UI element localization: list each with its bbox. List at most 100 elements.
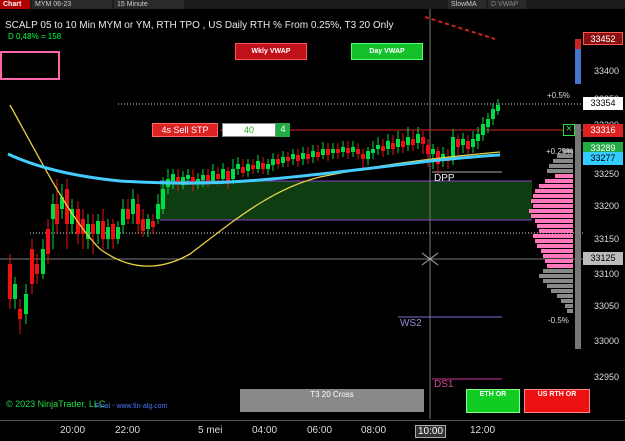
candle-body [421, 137, 425, 144]
profile-bar [533, 194, 573, 198]
day-vwap-button[interactable]: Day VWAP [351, 43, 423, 60]
candle-body [291, 154, 295, 159]
candle-body [306, 154, 310, 159]
candle-body [246, 164, 250, 171]
profile-bar-outside [549, 164, 573, 168]
range-bar-gray [575, 124, 581, 349]
profile-bar-outside [551, 289, 573, 293]
candle-body [276, 159, 280, 164]
candle-body [51, 204, 55, 219]
candle-body [321, 149, 325, 155]
value-area-band [160, 181, 532, 220]
y-tick-label: 33050 [593, 301, 619, 311]
candle-body [381, 146, 385, 151]
profile-bar-outside [547, 284, 573, 288]
order-count-badge[interactable]: 4 [276, 123, 290, 137]
candle-body [151, 221, 155, 227]
x-tick-label: 5 mei [198, 425, 223, 436]
x-tick-label: 06:00 [307, 425, 333, 436]
candle-body [366, 151, 370, 159]
price-box-last: 33354 [583, 97, 623, 110]
indicator-dvwap-tab[interactable]: D VWAP [488, 0, 526, 9]
candle-body [496, 105, 500, 111]
x-tick-label: 22:00 [115, 425, 141, 436]
candle-body [301, 153, 305, 159]
candle-body [91, 224, 95, 234]
candle-body [121, 209, 125, 225]
candle-body [271, 159, 275, 165]
candle-body [456, 139, 460, 147]
profile-bar [547, 264, 573, 268]
candle-body [361, 154, 365, 159]
candle-body [326, 149, 330, 155]
candle-body [106, 227, 110, 239]
dpp-label: DPP [434, 173, 455, 184]
candle-body [216, 174, 220, 179]
y-tick-label: 33100 [593, 269, 619, 279]
range-bar-blue [575, 49, 581, 84]
candle-body [46, 229, 50, 254]
profile-bar-outside [557, 294, 573, 298]
order-box[interactable] [0, 51, 60, 80]
pct-plus-05-label: +0.5% [547, 91, 570, 100]
candle-body [156, 204, 160, 219]
candle-body [24, 294, 28, 314]
candle-body [391, 143, 395, 149]
instrument-selector[interactable]: MYM 06-23 [32, 0, 112, 9]
candle-body [411, 139, 415, 145]
candle-body [126, 209, 130, 219]
candle-body [466, 141, 470, 149]
candle-body [96, 221, 100, 234]
profile-bar-outside [547, 169, 573, 173]
x-axis-line [0, 420, 625, 421]
x-tick-label: 08:00 [361, 425, 387, 436]
profile-bar [537, 244, 573, 248]
eth-or-button[interactable]: ETH OR [466, 389, 520, 413]
candle-body [341, 147, 345, 152]
profile-bar [545, 179, 573, 183]
sell-stop-order-label[interactable]: 4s Sell STP [152, 123, 218, 137]
candle-body [406, 137, 410, 145]
profile-bar-outside [565, 304, 573, 308]
candle-body [476, 134, 480, 141]
dashed-trend-line [424, 16, 496, 40]
candle-body [206, 175, 210, 181]
price-chart[interactable] [0, 9, 625, 441]
order-quantity-field[interactable]: 40 [222, 123, 276, 137]
profile-bar-outside [543, 279, 573, 283]
close-order-icon[interactable]: × [563, 124, 575, 136]
chart-menu-button[interactable]: Chart [0, 0, 30, 9]
candle-body [336, 149, 340, 153]
candle-body [221, 169, 225, 179]
ds1-label: DS1 [434, 379, 454, 390]
x-tick-label: 04:00 [252, 425, 278, 436]
watermark-text: Final - www.fin-alg.com [95, 403, 168, 410]
us-rth-or-button[interactable]: US RTH OR [524, 389, 590, 413]
interval-selector[interactable]: 15 Minute [114, 0, 184, 9]
x-tick-label: 12:00 [470, 425, 496, 436]
y-tick-label: 33000 [593, 336, 619, 346]
candle-body [461, 139, 465, 145]
candle-body [316, 152, 320, 157]
candle-body [30, 249, 34, 284]
candle-body [331, 149, 335, 153]
wkly-vwap-button[interactable]: Wkly VWAP [235, 43, 307, 60]
chart-subtitle: D 0,48% = 158 [8, 32, 62, 41]
y-tick-label: 33150 [593, 234, 619, 244]
candle-body [371, 149, 375, 153]
price-box-sell-stop: 33316 [583, 124, 623, 137]
candle-body [486, 119, 490, 127]
candle-body [396, 139, 400, 147]
profile-bar [539, 229, 573, 233]
t3-cross-button[interactable]: T3 20 Cross [240, 389, 424, 412]
profile-bar [539, 184, 573, 188]
candle-body [286, 157, 290, 161]
candle-body [55, 204, 59, 224]
y-tick-label: 33400 [593, 66, 619, 76]
profile-bar [545, 259, 573, 263]
y-tick-label: 33200 [593, 201, 619, 211]
indicator-slowma-tab[interactable]: SlowMA [448, 0, 486, 9]
candle-body [241, 167, 245, 173]
profile-bar [537, 224, 573, 228]
candle-body [231, 169, 235, 179]
